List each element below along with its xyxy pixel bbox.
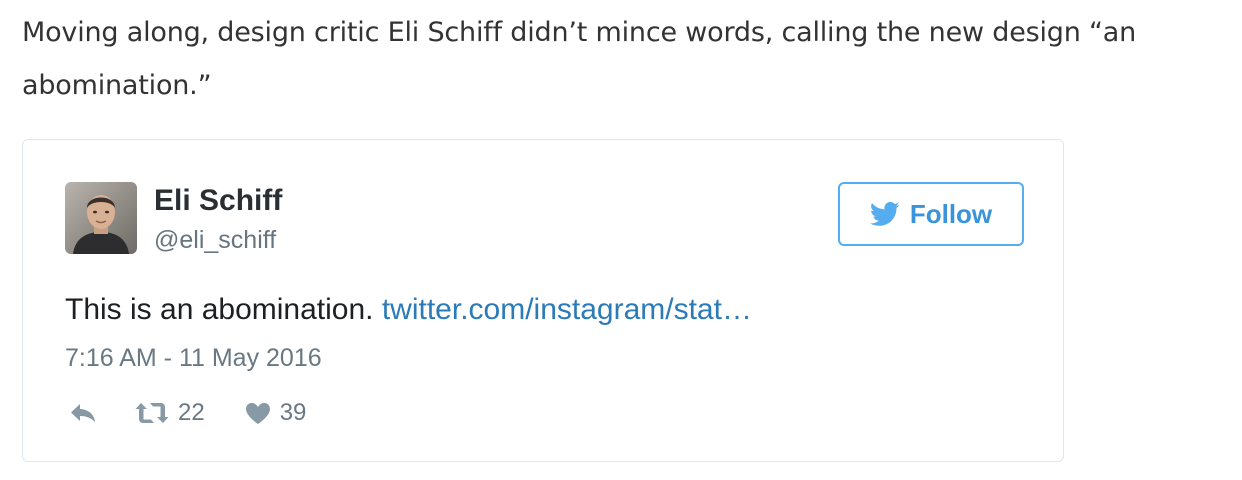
tweet-link[interactable]: twitter.com/instagram/stat… [382, 293, 752, 326]
embedded-tweet[interactable]: Eli Schiff @eli_schiff Follow This is an… [22, 139, 1064, 462]
retweet-button[interactable]: 22 [135, 398, 205, 428]
tweet-timestamp[interactable]: 7:16 AM - 11 May 2016 [65, 342, 322, 374]
reply-button[interactable] [69, 402, 97, 424]
tweet-body: This is an abomination. [65, 293, 374, 326]
tweet-text: This is an abomination. twitter.com/inst… [65, 290, 752, 330]
follow-button[interactable]: Follow [838, 182, 1024, 246]
author-avatar[interactable] [65, 182, 137, 254]
twitter-bird-icon [869, 201, 900, 226]
retweet-icon [135, 403, 169, 423]
reply-icon [71, 404, 95, 422]
profile-photo-icon [65, 182, 137, 254]
heart-icon [245, 402, 270, 424]
author-handle[interactable]: @eli_schiff [154, 224, 276, 256]
article-paragraph: Moving along, design critic Eli Schiff d… [22, 17, 1137, 101]
follow-label: Follow [909, 199, 993, 229]
author-name[interactable]: Eli Schiff [154, 183, 282, 219]
like-button[interactable]: 39 [245, 398, 307, 428]
like-count: 39 [279, 399, 307, 426]
tweet-actions: 22 39 [65, 396, 306, 430]
retweet-count: 22 [178, 399, 205, 426]
